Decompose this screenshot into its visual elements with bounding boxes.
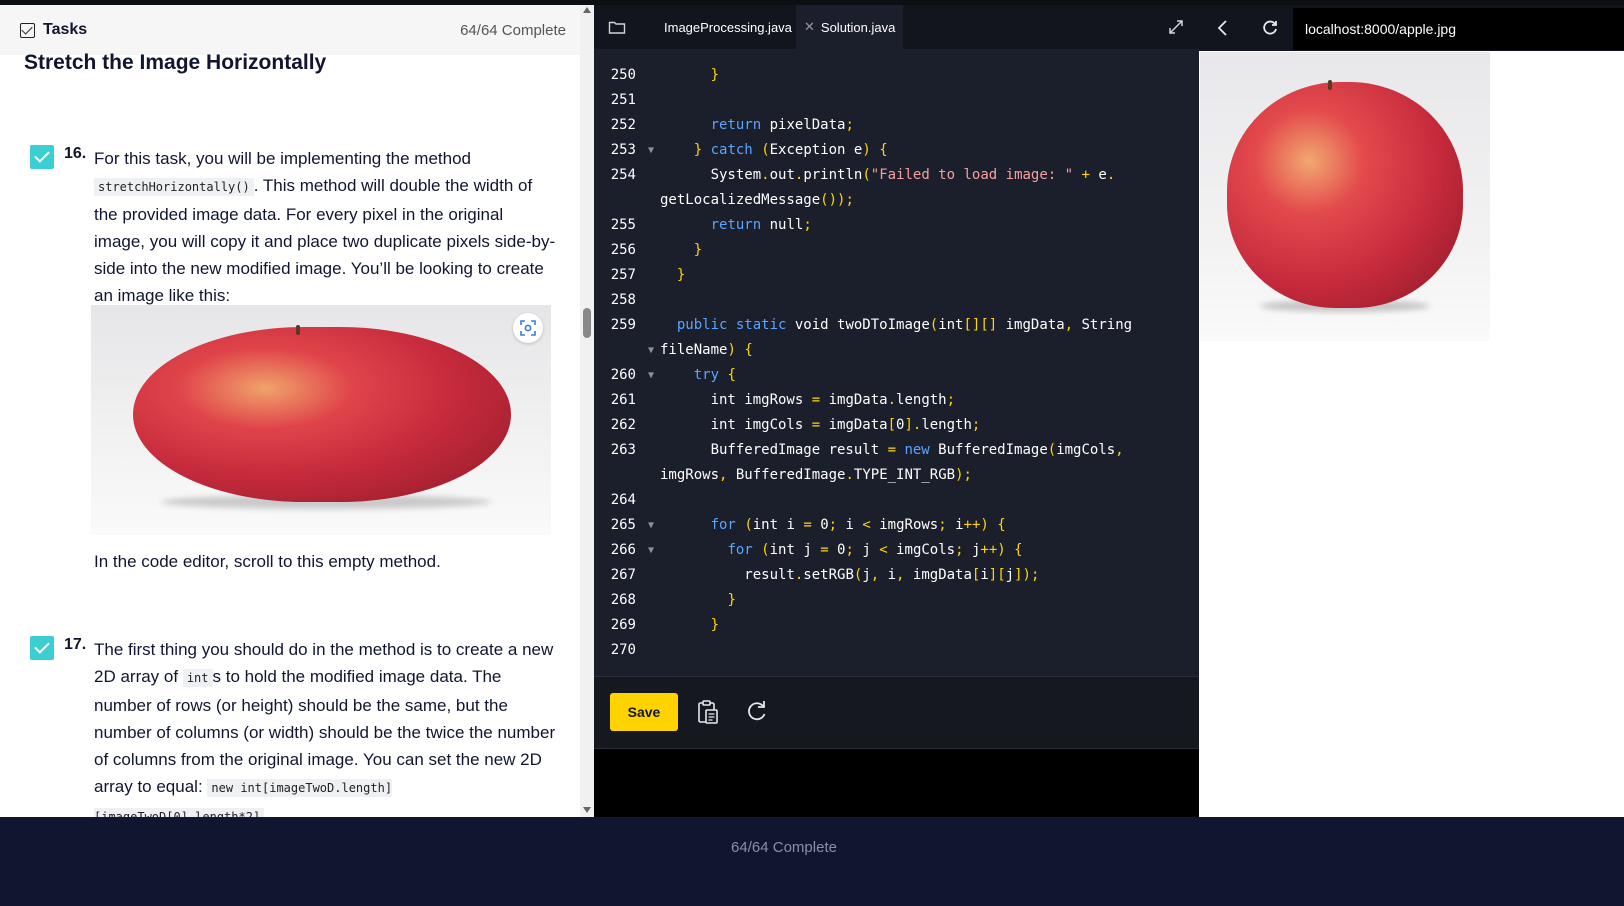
stretched-apple — [133, 327, 511, 502]
tasks-progress: 64/64 Complete — [460, 21, 566, 39]
code-line: 253 ▼ } catch (Exception e) { — [610, 142, 888, 158]
code-line: 255 return null; — [610, 217, 812, 233]
task-16-after-image: In the code editor, scroll to this empty… — [94, 552, 441, 571]
image-zoom-icon[interactable] — [513, 313, 543, 343]
tasks-scrollbar[interactable] — [580, 5, 594, 817]
checkbox-icon — [20, 22, 35, 38]
tasks-title: Tasks — [43, 21, 88, 38]
tasks-header-left[interactable]: Tasks — [20, 21, 87, 39]
task-16-checkbox[interactable] — [30, 145, 54, 169]
clipboard-icon[interactable] — [696, 699, 720, 730]
apple — [1227, 82, 1463, 308]
apple-stem — [1328, 80, 1332, 90]
editor-toolbar: Save — [594, 676, 1199, 748]
task-17-checkbox[interactable] — [30, 636, 54, 660]
code-line: 263 BufferedImage result = new BufferedI… — [610, 442, 1124, 458]
url-input[interactable]: localhost:8000/apple.jpg — [1293, 8, 1624, 50]
code-line: 264 — [610, 492, 636, 508]
code-line: 251 — [610, 92, 636, 108]
code-line: 270 — [610, 642, 636, 658]
footer-progress: 64/64 Complete — [731, 839, 837, 856]
code-editor: ImageProcessing.java ✕ Solution.java 250… — [594, 5, 1199, 817]
browser-panel: localhost:8000/apple.jpg — [1199, 5, 1624, 817]
apple-image — [1200, 52, 1490, 341]
apple-stem — [296, 325, 300, 335]
scroll-up-arrow-icon[interactable] — [583, 7, 591, 13]
reset-icon[interactable] — [744, 699, 768, 728]
task-16-code: stretchHorizontally() — [94, 178, 254, 196]
tasks-panel: Tasks 64/64 Complete Stretch the Image H… — [0, 5, 594, 847]
tasks-header: Tasks 64/64 Complete — [0, 5, 580, 55]
expand-icon[interactable] — [1167, 18, 1185, 41]
code-line: 262 int imgCols = imgData[0].length; — [610, 417, 981, 433]
code-line: 268 } — [610, 592, 736, 608]
task-16-text-a: For this task, you will be implementing … — [94, 149, 472, 168]
code-line: 257 } — [610, 267, 686, 283]
task-16-text: For this task, you will be implementing … — [94, 145, 556, 309]
scroll-down-arrow-icon[interactable] — [583, 807, 591, 813]
scroll-thumb[interactable] — [583, 308, 591, 338]
code-line: 260 ▼ try { — [610, 367, 736, 383]
code-line: ▼ fileName) { — [648, 342, 753, 358]
task-17-text-b: s to hold the modified image data. The n… — [94, 667, 556, 796]
task-17-text: The first thing you should do in the met… — [94, 636, 556, 831]
code-line: 252 return pixelData; — [610, 117, 854, 133]
footer: 64/64 Complete — [0, 817, 1624, 906]
code-line: 254 System.out.println("Failed to load i… — [610, 167, 1116, 183]
code-line: 261 int imgRows = imgData.length; — [610, 392, 956, 408]
stretched-apple-image — [91, 305, 551, 535]
code-line: 267 result.setRGB(j, i, imgData[i][j]); — [610, 567, 1040, 583]
code-line: 269 } — [610, 617, 720, 633]
task-17-code-int: int — [182, 669, 213, 687]
code-line: 265 ▼ for (int i = 0; i < imgRows; i++) { — [610, 517, 1006, 533]
tab-solution-label: Solution.java — [820, 19, 896, 35]
code-line: imgRows, BufferedImage.TYPE_INT_RGB); — [660, 467, 972, 483]
tab-imageprocessing-label: ImageProcessing.java — [664, 19, 792, 35]
editor-tab-bar: ImageProcessing.java ✕ Solution.java — [594, 5, 1199, 49]
tab-solution[interactable]: ✕ Solution.java — [796, 5, 904, 49]
code-line: 250 } — [610, 67, 720, 83]
reload-icon[interactable] — [1261, 19, 1279, 42]
code-area[interactable]: 250 } 251 252 return pixelData; 253 ▼ } c… — [594, 49, 1199, 676]
code-line: 256 } — [610, 242, 703, 258]
close-icon[interactable]: ✕ — [804, 19, 815, 35]
code-line: getLocalizedMessage()); — [660, 192, 854, 208]
back-icon[interactable] — [1217, 19, 1229, 42]
folder-icon[interactable] — [608, 19, 626, 40]
code-line: 259 public static void twoDToImage(int[]… — [610, 317, 1133, 333]
code-line: 258 — [610, 292, 636, 308]
task-17-number: 17. — [64, 636, 87, 653]
task-16-number: 16. — [64, 145, 87, 162]
section-title: Stretch the Image Horizontally — [24, 51, 327, 74]
tab-imageprocessing[interactable]: ImageProcessing.java — [656, 5, 800, 49]
browser-toolbar: localhost:8000/apple.jpg — [1199, 5, 1624, 51]
save-button[interactable]: Save — [610, 693, 678, 731]
terminal-area — [594, 748, 1199, 817]
code-line: 266 ▼ for (int j = 0; j < imgCols; j++) { — [610, 542, 1023, 558]
